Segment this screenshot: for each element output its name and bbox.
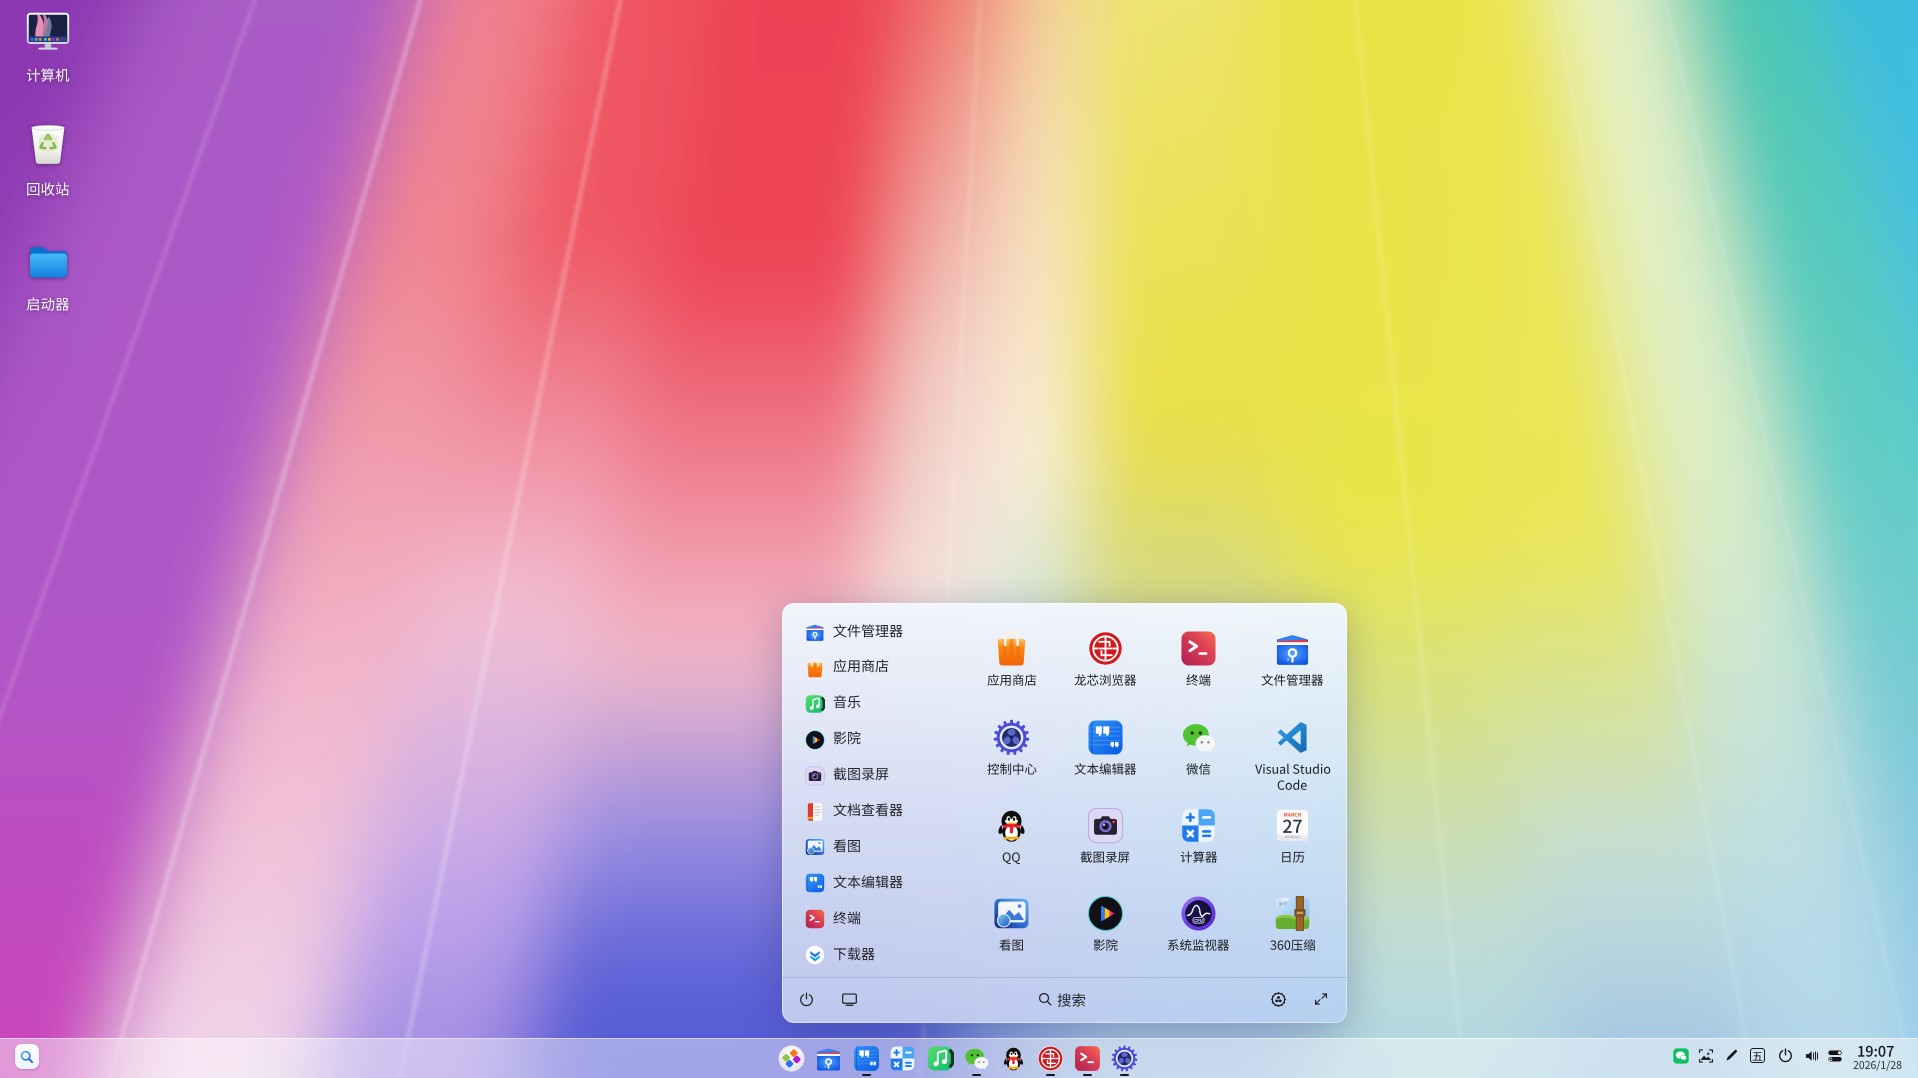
svg-text:CPU: CPU <box>1194 918 1203 923</box>
